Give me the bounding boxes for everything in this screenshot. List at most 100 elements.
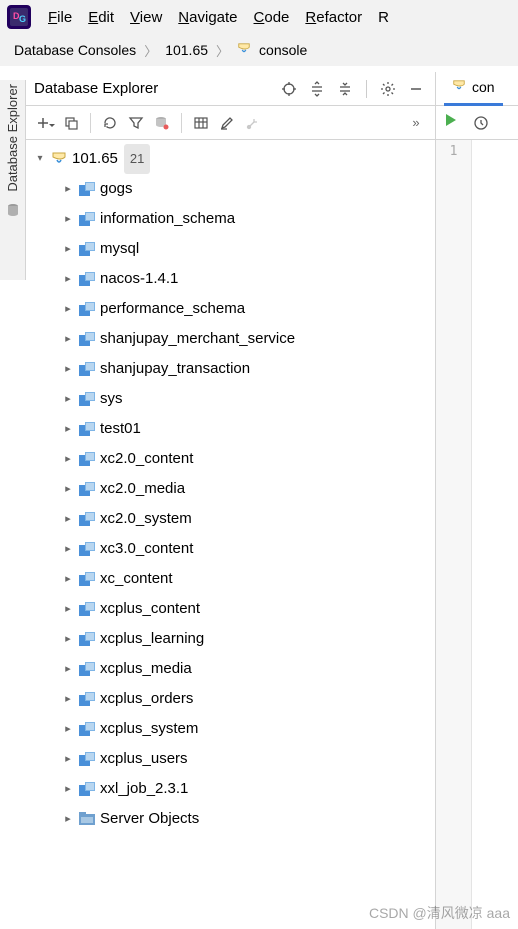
table-icon[interactable] (190, 112, 212, 134)
tree-schema-row[interactable]: xc3.0_content (26, 534, 435, 564)
app-icon: D G (6, 4, 32, 30)
datasource-icon[interactable] (151, 112, 173, 134)
arrow-collapsed[interactable] (60, 294, 76, 325)
menu-refactor[interactable]: Refactor (305, 9, 362, 26)
sidebar-label: Database Explorer (5, 84, 20, 192)
schema-icon (76, 632, 98, 646)
console-icon (237, 42, 251, 59)
tree-schema-row[interactable]: shanjupay_transaction (26, 354, 435, 384)
settings-icon[interactable] (377, 78, 399, 100)
tree-schema-row[interactable]: shanjupay_merchant_service (26, 324, 435, 354)
breadcrumb-root[interactable]: Database Consoles (14, 42, 136, 58)
copy-icon[interactable] (60, 112, 82, 134)
arrow-collapsed[interactable] (60, 384, 76, 415)
arrow-collapsed[interactable] (60, 684, 76, 715)
schema-label: xc3.0_content (100, 534, 193, 564)
breadcrumb-file[interactable]: console (259, 42, 307, 58)
tree-schema-row[interactable]: xcplus_media (26, 654, 435, 684)
tree-schema-row[interactable]: xxl_job_2.3.1 (26, 774, 435, 804)
breadcrumb-conn[interactable]: 101.65 (165, 42, 208, 58)
svg-text:G: G (19, 14, 26, 24)
minimize-icon[interactable] (405, 78, 427, 100)
schema-icon (76, 572, 98, 586)
arrow-collapsed[interactable] (60, 504, 76, 535)
tool-window-stripe[interactable]: Database Explorer (0, 80, 26, 280)
menu-more[interactable]: R (378, 9, 389, 26)
menu-code[interactable]: Code (254, 9, 290, 26)
arrow-collapsed[interactable] (60, 444, 76, 475)
edit-icon[interactable] (216, 112, 238, 134)
target-icon[interactable] (278, 78, 300, 100)
arrow-expanded[interactable] (32, 144, 48, 174)
refresh-icon[interactable] (99, 112, 121, 134)
schema-icon (76, 512, 98, 526)
arrow-collapsed[interactable] (60, 744, 76, 775)
arrow-collapsed[interactable] (60, 534, 76, 565)
editor-body[interactable]: 1 (436, 140, 518, 929)
arrow-collapsed[interactable] (60, 474, 76, 505)
arrow-collapsed[interactable] (60, 774, 76, 805)
panel-title: Database Explorer (34, 80, 272, 97)
schema-label: xcplus_learning (100, 624, 204, 654)
run-icon[interactable] (444, 113, 458, 132)
tree-server-objects[interactable]: Server Objects (26, 804, 435, 834)
schema-icon (76, 302, 98, 316)
arrow-collapsed[interactable] (60, 414, 76, 445)
tree-schema-row[interactable]: xcplus_users (26, 744, 435, 774)
collapse-all-icon[interactable] (334, 78, 356, 100)
add-icon[interactable] (34, 112, 56, 134)
tree-schema-row[interactable]: information_schema (26, 204, 435, 234)
menu-navigate[interactable]: Navigate (178, 9, 237, 26)
menu-file[interactable]: File (48, 9, 72, 26)
arrow-collapsed[interactable] (60, 654, 76, 685)
schema-icon (76, 482, 98, 496)
arrow-collapsed[interactable] (60, 354, 76, 385)
tree-schema-row[interactable]: xc2.0_system (26, 504, 435, 534)
editor-tab-console[interactable]: con (444, 72, 503, 106)
arrow-collapsed[interactable] (60, 324, 76, 355)
separator (90, 113, 91, 133)
schema-icon (76, 212, 98, 226)
arrow-collapsed[interactable] (60, 714, 76, 745)
tree-schema-row[interactable]: xcplus_orders (26, 684, 435, 714)
schema-label: performance_schema (100, 294, 245, 324)
jump-icon[interactable] (242, 112, 264, 134)
more-icon[interactable]: » (405, 112, 427, 134)
explorer-toolbar: » (26, 106, 435, 140)
arrow-collapsed[interactable] (60, 624, 76, 655)
database-explorer-panel: Database Explorer (26, 72, 436, 929)
arrow-collapsed[interactable] (60, 234, 76, 265)
tree-schema-row[interactable]: xc2.0_media (26, 474, 435, 504)
tree-schema-row[interactable]: xc_content (26, 564, 435, 594)
arrow-collapsed[interactable] (60, 594, 76, 625)
schema-icon (76, 602, 98, 616)
schema-icon (76, 782, 98, 796)
expand-all-icon[interactable] (306, 78, 328, 100)
schema-label: xcplus_orders (100, 684, 193, 714)
tree-connection-row[interactable]: 101.65 21 (26, 144, 435, 174)
tree-schema-row[interactable]: mysql (26, 234, 435, 264)
arrow-collapsed[interactable] (60, 564, 76, 595)
schema-label: gogs (100, 174, 133, 204)
tree-schema-row[interactable]: sys (26, 384, 435, 414)
schema-label: shanjupay_merchant_service (100, 324, 295, 354)
tree-schema-row[interactable]: xcplus_content (26, 594, 435, 624)
connection-label: 101.65 (72, 144, 118, 174)
tree-schema-row[interactable]: xcplus_learning (26, 624, 435, 654)
tree-schema-row[interactable]: xcplus_system (26, 714, 435, 744)
arrow-collapsed[interactable] (60, 264, 76, 295)
schema-icon (76, 422, 98, 436)
filter-icon[interactable] (125, 112, 147, 134)
schema-icon (76, 392, 98, 406)
tree-schema-row[interactable]: xc2.0_content (26, 444, 435, 474)
tree-schema-row[interactable]: gogs (26, 174, 435, 204)
tree-schema-row[interactable]: performance_schema (26, 294, 435, 324)
menu-edit[interactable]: Edit (88, 9, 114, 26)
history-icon[interactable] (470, 112, 492, 134)
arrow-collapsed[interactable] (60, 174, 76, 205)
arrow-collapsed[interactable] (60, 804, 76, 835)
tree-schema-row[interactable]: test01 (26, 414, 435, 444)
tree-schema-row[interactable]: nacos-1.4.1 (26, 264, 435, 294)
arrow-collapsed[interactable] (60, 204, 76, 235)
menu-view[interactable]: View (130, 9, 162, 26)
